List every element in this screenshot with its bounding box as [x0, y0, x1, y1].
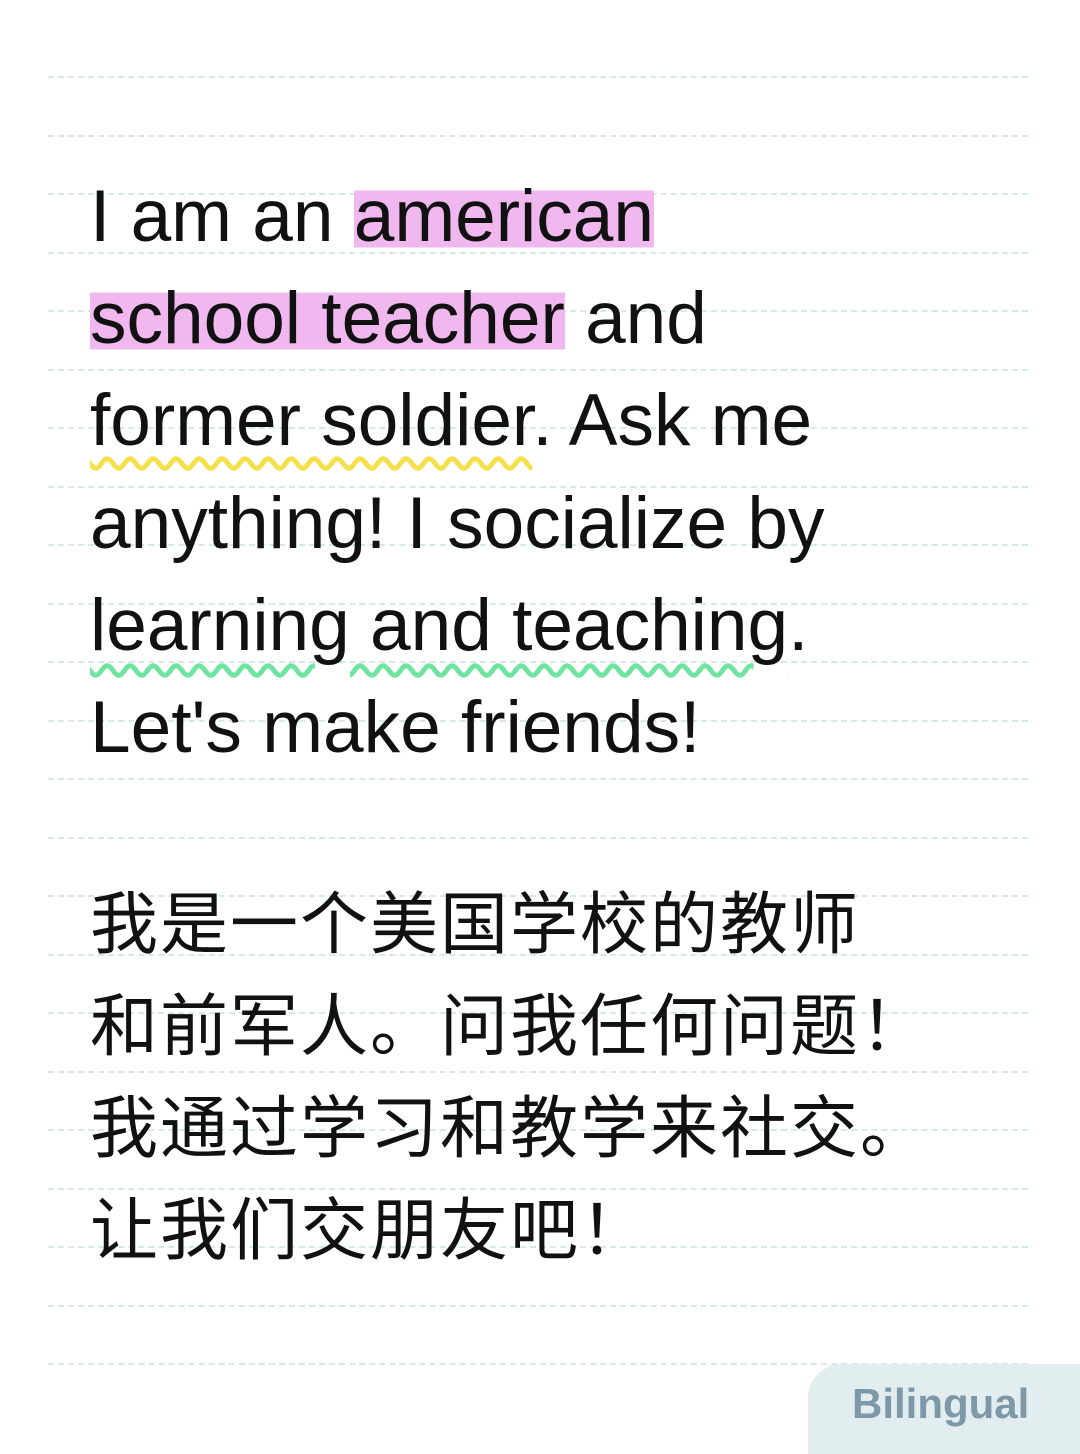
text: I am an — [90, 176, 354, 257]
highlight-american: american — [353, 176, 654, 257]
chinese-line-2: 和前军人。问我任何问题！ — [90, 988, 931, 1067]
chinese-line-4: 让我们交朋友吧！ — [90, 1192, 651, 1271]
underline-learning-and-teaching: learning and teaching — [90, 585, 789, 666]
english-line-3: former soldier. Ask me — [90, 384, 812, 457]
ruled-line — [48, 76, 1028, 78]
english-line-1: I am an american — [90, 176, 654, 257]
ruled-line — [48, 134, 1028, 137]
english-line-4: anything! I socialize by — [90, 483, 825, 564]
bilingual-badge: Bilingual — [808, 1364, 1080, 1454]
ruled-line — [48, 1187, 1028, 1190]
chinese-line-1: 我是一个美国学校的教师 — [90, 886, 861, 965]
highlight-school-teacher: school teacher — [90, 278, 565, 359]
ruled-line — [48, 1304, 1028, 1307]
ruled-line — [48, 836, 1028, 839]
english-line-5: learning and teaching. — [90, 589, 808, 662]
badge-label: Bilingual — [852, 1380, 1030, 1427]
text: . — [788, 585, 809, 666]
ruled-line — [48, 1070, 1028, 1073]
english-line-2: school teacher and — [90, 278, 707, 359]
text: and — [564, 278, 707, 359]
english-line-6: Let's make friends! — [90, 687, 701, 768]
chinese-line-3: 我通过学习和教学来社交。 — [90, 1090, 931, 1169]
ruled-line — [48, 368, 1028, 371]
text: . Ask me — [532, 380, 813, 461]
underline-former-soldier: former soldier — [90, 380, 533, 461]
ruled-line — [48, 778, 1028, 780]
